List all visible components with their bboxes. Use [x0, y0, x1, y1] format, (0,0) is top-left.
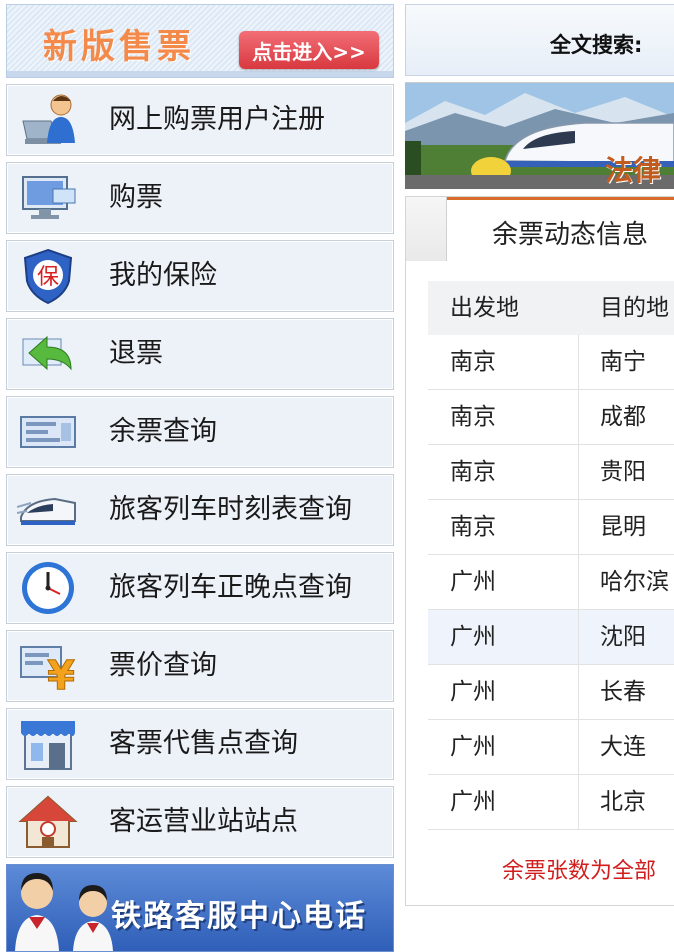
customer-service-banner[interactable]: 铁路客服中心电话 [6, 864, 394, 952]
destination-cell: 昆明 [600, 514, 646, 540]
table-row[interactable]: 南京 昆明 [428, 500, 674, 555]
yuan-price-icon: ¥ [17, 637, 79, 695]
table-row[interactable]: 广州 北京 [428, 775, 674, 830]
menu-item-label: 票价查询 [109, 650, 217, 681]
destination-cell: 贵阳 [600, 459, 646, 485]
enter-button[interactable]: 点击进入>> [239, 31, 379, 69]
user-register-icon [17, 91, 79, 149]
menu-item-agency-query[interactable]: 客票代售点查询 [6, 708, 394, 780]
table-header-row: 出发地 目的地 [428, 281, 674, 335]
left-column: 新版售票 点击进入>> 网上购票用户注册 购票 保 我的保险 退票 余票查询 旅… [6, 4, 394, 952]
table-row[interactable]: 南京 贵阳 [428, 445, 674, 500]
cell-divider [578, 720, 579, 774]
origin-cell: 南京 [450, 349, 496, 375]
menu-item-label: 退票 [109, 338, 163, 369]
refund-arrow-icon [17, 325, 79, 383]
menu-item-label: 旅客列车正晚点查询 [109, 572, 352, 603]
svg-text:保: 保 [37, 265, 59, 290]
menu-item-label: 网上购票用户注册 [109, 104, 325, 135]
tab-remaining-tickets[interactable]: 余票动态信息 [447, 197, 674, 264]
menu-item-my-insurance[interactable]: 保 我的保险 [6, 240, 394, 312]
table-row-highlighted[interactable]: 广州 沈阳 [428, 610, 674, 665]
remaining-tickets-panel: 余票动态信息 出发地 目的地 南京 南宁 南京 成都 南京 贵阳 南京 昆明 广… [405, 196, 674, 906]
ticket-query-icon [17, 403, 79, 461]
menu-item-user-register[interactable]: 网上购票用户注册 [6, 84, 394, 156]
service-hotline-text: 铁路客服中心电话 [111, 899, 367, 934]
destination-cell: 南宁 [600, 349, 646, 375]
photo-caption: 法律 [605, 154, 662, 187]
destination-cell: 大连 [600, 734, 646, 760]
new-ticketing-promo[interactable]: 新版售票 点击进入>> [6, 4, 394, 78]
computer-ticket-icon [17, 169, 79, 227]
cell-divider [578, 335, 579, 389]
menu-item-label: 我的保险 [109, 260, 217, 291]
origin-cell: 广州 [450, 624, 496, 650]
origin-cell: 广州 [450, 789, 496, 815]
table-row[interactable]: 广州 长春 [428, 665, 674, 720]
column-header-origin: 出发地 [450, 295, 519, 321]
fulltext-search-bar: 全文搜索: [405, 4, 674, 76]
cell-divider [578, 445, 579, 499]
destination-cell: 北京 [600, 789, 646, 815]
menu-item-refund[interactable]: 退票 [6, 318, 394, 390]
train-photo-banner[interactable]: 法律 [405, 82, 674, 189]
origin-cell: 广州 [450, 679, 496, 705]
column-header-destination: 目的地 [600, 295, 669, 321]
menu-item-label: 客票代售点查询 [109, 728, 298, 759]
table-row[interactable]: 广州 哈尔滨 [428, 555, 674, 610]
table-row[interactable]: 南京 南宁 [428, 335, 674, 390]
search-label: 全文搜索: [550, 33, 643, 57]
destination-cell: 哈尔滨 [600, 569, 669, 595]
menu-item-timetable[interactable]: 旅客列车时刻表查询 [6, 474, 394, 546]
destination-cell: 成都 [600, 404, 646, 430]
clock-icon [17, 559, 79, 617]
menu-item-label: 购票 [109, 182, 163, 213]
destination-cell: 沈阳 [600, 624, 646, 650]
menu-item-ticket-query[interactable]: 余票查询 [6, 396, 394, 468]
train-icon [17, 481, 79, 539]
table-row[interactable]: 南京 成都 [428, 390, 674, 445]
origin-cell: 南京 [450, 459, 496, 485]
service-menu: 网上购票用户注册 购票 保 我的保险 退票 余票查询 旅客列车时刻表查询 旅客列… [6, 84, 394, 858]
menu-item-station-query[interactable]: 客运营业站站点 [6, 786, 394, 858]
menu-item-label: 余票查询 [109, 416, 217, 447]
ticket-count-note: 余票张数为全部 [502, 859, 657, 884]
origin-cell: 南京 [450, 404, 496, 430]
station-house-icon [17, 793, 79, 851]
destination-cell: 长春 [600, 679, 646, 705]
origin-cell: 广州 [450, 734, 496, 760]
tab-previous[interactable] [406, 197, 447, 261]
origin-cell: 广州 [450, 569, 496, 595]
cell-divider [578, 555, 579, 609]
cell-divider [578, 665, 579, 719]
origin-cell: 南京 [450, 514, 496, 540]
menu-item-delay-query[interactable]: 旅客列车正晚点查询 [6, 552, 394, 624]
cell-divider [578, 775, 579, 829]
menu-item-buy-ticket[interactable]: 购票 [6, 162, 394, 234]
remaining-tickets-table: 出发地 目的地 南京 南宁 南京 成都 南京 贵阳 南京 昆明 广州 哈尔滨 广… [428, 281, 674, 830]
service-agents-image [15, 873, 113, 951]
cell-divider [578, 390, 579, 444]
svg-text:¥: ¥ [47, 653, 75, 695]
shop-icon [17, 715, 79, 773]
menu-item-label: 旅客列车时刻表查询 [109, 494, 352, 525]
menu-item-fare-query[interactable]: ¥ 票价查询 [6, 630, 394, 702]
cell-divider [578, 610, 579, 664]
table-row[interactable]: 广州 大连 [428, 720, 674, 775]
insurance-shield-icon: 保 [17, 247, 79, 305]
tab-label: 余票动态信息 [492, 220, 649, 250]
menu-item-label: 客运营业站站点 [109, 806, 298, 837]
cell-divider [578, 500, 579, 554]
promo-title: 新版售票 [43, 27, 195, 67]
